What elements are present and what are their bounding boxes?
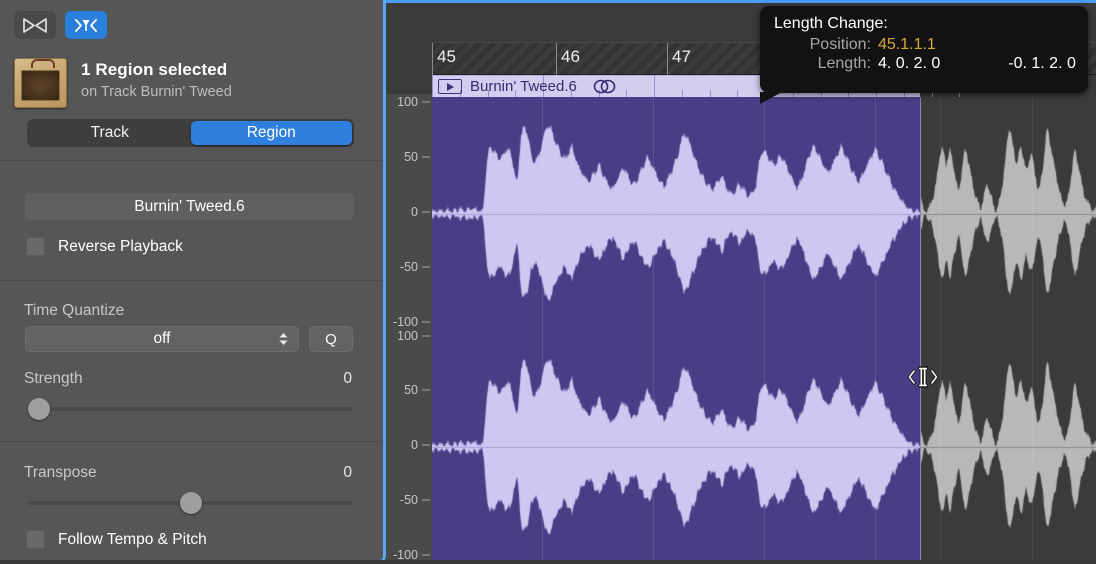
smart-controls-icon[interactable] <box>14 11 56 39</box>
selection-subtitle: on Track Burnin' Tweed <box>81 84 232 100</box>
region-beat-tick <box>626 90 627 97</box>
time-quantize-value: off <box>154 330 171 348</box>
bar-number: 45 <box>437 47 456 67</box>
strength-slider[interactable] <box>28 398 353 420</box>
transpose-value: 0 <box>290 464 352 482</box>
follow-tempo-pitch-checkbox[interactable] <box>26 530 45 549</box>
bar-tick <box>556 43 557 76</box>
time-quantize-popup[interactable]: off <box>25 326 299 352</box>
audio-region-unselected[interactable] <box>920 97 1096 564</box>
axis-tick-label: 50 <box>404 150 418 164</box>
chevron-up-down-icon <box>278 332 289 347</box>
tooltip-length-delta: -0. 1. 2. 0 <box>1008 55 1076 73</box>
tab-track[interactable]: Track <box>29 121 191 145</box>
axis-tick-label: 0 <box>411 205 418 219</box>
tooltip-position-row: Position: 45.1.1.1 <box>760 36 1088 54</box>
tooltip-length-row: Length: 4. 0. 2. 0 -0. 1. 2. 0 <box>760 55 1088 73</box>
bar-number: 46 <box>561 47 580 67</box>
follow-tempo-pitch-label: Follow Tempo & Pitch <box>58 531 207 549</box>
axis-tick-label: -100 <box>393 315 418 329</box>
region-beat-tick <box>710 90 711 97</box>
axis-tick-mark <box>422 102 430 103</box>
axis-tick-label: 0 <box>411 438 418 452</box>
window-bottom-edge <box>0 560 1096 564</box>
selection-summary: 1 Region selected on Track Burnin' Tweed <box>14 58 232 108</box>
divider-2 <box>0 280 386 281</box>
region-name-field[interactable]: Burnin' Tweed.6 <box>25 193 354 220</box>
reverse-playback-label: Reverse Playback <box>58 238 183 256</box>
strength-label: Strength <box>24 370 83 388</box>
strength-slider-track <box>28 407 353 411</box>
track-region-segmented-control[interactable]: Track Region <box>27 119 354 147</box>
tooltip-length-value: 4. 0. 2. 0 <box>878 55 940 73</box>
region-beat-tick <box>432 75 433 97</box>
axis-tick-label: 100 <box>397 329 418 343</box>
logic-pro-window: 45 46 47 Burnin' Tweed.6 <box>0 0 1096 564</box>
transpose-slider[interactable] <box>28 492 353 514</box>
inspector-toolbar <box>14 11 107 39</box>
region-beat-tick <box>682 90 683 97</box>
region-inspector-panel: 1 Region selected on Track Burnin' Tweed… <box>0 0 386 564</box>
tooltip-length-label: Length: <box>760 55 878 73</box>
axis-tick-mark <box>422 321 430 322</box>
transpose-slider-knob[interactable] <box>180 492 202 514</box>
quantize-q-button[interactable]: Q <box>309 326 353 352</box>
waveform-axis-column: 100500-50-100100500-50-100 <box>386 94 432 561</box>
axis-tick-label: 100 <box>397 95 418 109</box>
tooltip-position-value: 45.1.1.1 <box>878 36 936 54</box>
reverse-playback-row[interactable]: Reverse Playback <box>26 237 183 256</box>
axis-tick-mark <box>422 500 430 501</box>
inspector-icon[interactable] <box>65 11 107 39</box>
play-button-icon[interactable] <box>438 79 462 94</box>
bar-tick <box>432 43 433 76</box>
axis-tick-label: -50 <box>400 260 418 274</box>
divider-3 <box>0 441 386 442</box>
tooltip-position-label: Position: <box>760 36 878 54</box>
tab-region[interactable]: Region <box>191 121 353 145</box>
region-beat-tick <box>737 90 738 97</box>
bar-tick <box>667 43 668 76</box>
length-change-tooltip: Length Change: Position: 45.1.1.1 Length… <box>760 6 1088 93</box>
bar-number: 47 <box>672 47 691 67</box>
axis-tick-mark <box>422 211 430 212</box>
selection-title: 1 Region selected <box>81 60 232 80</box>
axis-tick-mark <box>422 445 430 446</box>
axis-tick-mark <box>422 266 430 267</box>
strength-value: 0 <box>290 370 352 388</box>
follow-tempo-pitch-row[interactable]: Follow Tempo & Pitch <box>26 530 207 549</box>
tooltip-title: Length Change: <box>774 15 1088 33</box>
axis-tick-label: -50 <box>400 493 418 507</box>
resize-horizontal-icon[interactable] <box>905 364 941 390</box>
axis-tick-mark <box>422 390 430 391</box>
transpose-label: Transpose <box>24 464 97 482</box>
region-header-name: Burnin' Tweed.6 <box>470 78 577 95</box>
axis-tick-mark <box>422 156 430 157</box>
axis-tick-mark <box>422 335 430 336</box>
axis-tick-mark <box>422 555 430 556</box>
region-beat-tick <box>654 75 655 97</box>
axis-tick-label: 50 <box>404 383 418 397</box>
reverse-playback-checkbox[interactable] <box>26 237 45 256</box>
loop-fades-icon[interactable] <box>592 79 618 94</box>
time-quantize-label: Time Quantize <box>24 302 124 320</box>
time-quantize-row: off Q <box>25 326 353 352</box>
guitar-amp-icon <box>14 58 67 108</box>
strength-slider-knob[interactable] <box>28 398 50 420</box>
tooltip-tail <box>760 92 782 104</box>
divider-1 <box>0 160 386 161</box>
audio-region-selected[interactable] <box>432 97 920 564</box>
